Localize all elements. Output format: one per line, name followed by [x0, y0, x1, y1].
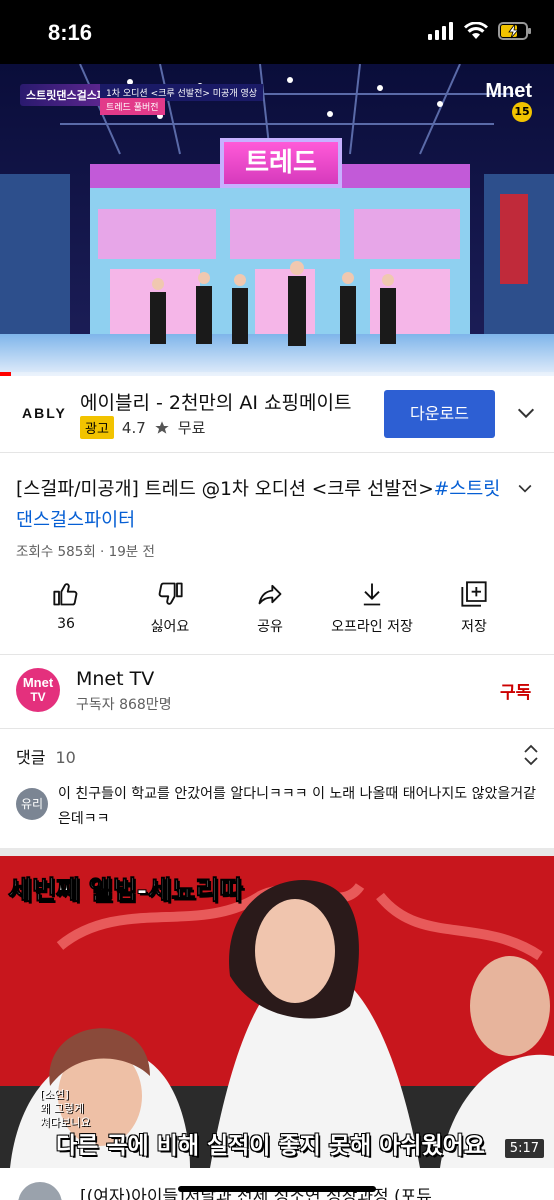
- like-count: 36: [57, 616, 75, 632]
- channel-avatar-brand: Mnet: [22, 675, 54, 690]
- video-title[interactable]: [스걸파/미공개] 트레드 @1차 오디션 <크루 선발전>#스트릿댄스걸스파이…: [16, 474, 506, 536]
- age-rating-badge: 15: [512, 102, 532, 122]
- thumbnail-subtitle: 다른 곡에 비해 실적이 좋지 못해 아쉬웠어요: [56, 1133, 485, 1159]
- expand-comments-icon[interactable]: [522, 744, 540, 766]
- thumbnail-speaker-caption: [소연] 왜 그렇게 쳐다보니요: [40, 1088, 91, 1129]
- comments-section[interactable]: 댓글 10 유리 이 친구들이 학교를 안갔어를 알다니ㅋㅋㅋ 이 노래 나올때 …: [0, 730, 554, 848]
- divider: [0, 654, 554, 655]
- chevron-down-icon[interactable]: [515, 402, 537, 424]
- add-to-playlist-icon: [461, 581, 487, 607]
- ad-brand-logo: ABLY: [22, 405, 67, 421]
- next-video-thumbnail[interactable]: 세번째 앨범-세뇨리따 [소연] 왜 그렇게 쳐다보니요 다른 곡에 비해 실적…: [0, 856, 554, 1168]
- comments-count: 10: [55, 748, 76, 767]
- battery-charging-icon: [498, 22, 531, 40]
- video-player[interactable]: 스트릿댄스걸스파이터 1차 오디션 <크루 선발전> 미공개 영상 트레드 풀버…: [0, 64, 554, 376]
- channel-row[interactable]: Mnet TV Mnet TV 구독자 868만명 구독: [0, 656, 554, 728]
- comments-header: 댓글 10: [16, 744, 76, 768]
- thumbnail-title-caption: 세번째 앨범-세뇨리따: [7, 876, 244, 907]
- offline-save-label: 오프라인 저장: [331, 619, 413, 635]
- dislike-label: 싫어요: [150, 619, 190, 635]
- ad-banner[interactable]: ABLY 에이블리 - 2천만의 AI 쇼핑메이트 광고 4.7 무료 다운로드: [0, 376, 554, 452]
- wifi-icon: [464, 22, 488, 39]
- ad-rating: 4.7: [121, 418, 146, 437]
- section-separator: [0, 848, 554, 856]
- share-label: 공유: [257, 619, 283, 635]
- cellular-signal-icon: [428, 22, 453, 40]
- save-to-playlist-button[interactable]: 저장: [452, 580, 496, 636]
- share-button[interactable]: 공유: [248, 580, 292, 636]
- expand-description-icon[interactable]: [515, 478, 535, 498]
- stage-sign: 트레드: [220, 138, 342, 188]
- comment-text: 이 친구들이 학교를 안갔어를 알다니ㅋㅋㅋ 이 노래 나올때 태어나지도 않았…: [58, 786, 536, 827]
- ad-badge: 광고: [80, 416, 114, 439]
- thumbs-up-icon: [53, 583, 78, 606]
- video-duration: 5:17: [504, 1139, 544, 1158]
- dislike-button[interactable]: 싫어요: [140, 580, 200, 636]
- commenter-avatar[interactable]: 유리: [16, 788, 48, 820]
- comments-label: 댓글: [16, 748, 46, 767]
- ad-download-button[interactable]: 다운로드: [384, 390, 495, 438]
- stage-scene: [0, 64, 554, 376]
- ad-meta: 광고 4.7 무료: [80, 416, 205, 439]
- like-button[interactable]: 36: [44, 580, 88, 632]
- channel-name[interactable]: Mnet TV: [76, 668, 154, 690]
- episode-tag-secondary: 트레드 풀버전: [100, 98, 165, 115]
- video-title-text: [스걸파/미공개] 트레드 @1차 오디션 <크루 선발전>: [16, 479, 434, 500]
- ad-price: 무료: [177, 419, 206, 437]
- save-label: 저장: [461, 619, 487, 635]
- channel-avatar-tv: TV: [30, 690, 46, 704]
- download-icon: [363, 583, 381, 606]
- action-bar: 36 싫어요 공유 오프라인 저장 저장: [0, 580, 554, 640]
- divider: [0, 728, 554, 729]
- video-meta: 조회수 585회 · 19분 전: [16, 544, 155, 560]
- broadcaster-logo: Mnet: [485, 80, 532, 102]
- subscribe-button[interactable]: 구독: [500, 678, 531, 703]
- channel-subscribers: 구독자 868만명: [76, 697, 172, 713]
- status-icons: [428, 22, 532, 40]
- status-bar: 8:16: [0, 0, 554, 64]
- divider: [0, 452, 554, 453]
- offline-save-button[interactable]: 오프라인 저장: [326, 580, 418, 636]
- thumbs-down-icon: [158, 582, 183, 605]
- share-icon: [258, 584, 282, 605]
- next-video-channel-avatar[interactable]: [18, 1182, 62, 1200]
- home-indicator[interactable]: [178, 1186, 376, 1192]
- ad-title[interactable]: 에이블리 - 2천만의 AI 쇼핑메이트: [80, 388, 351, 415]
- channel-avatar[interactable]: Mnet TV: [16, 668, 60, 712]
- star-icon: [155, 420, 169, 434]
- status-time: 8:16: [48, 20, 93, 45]
